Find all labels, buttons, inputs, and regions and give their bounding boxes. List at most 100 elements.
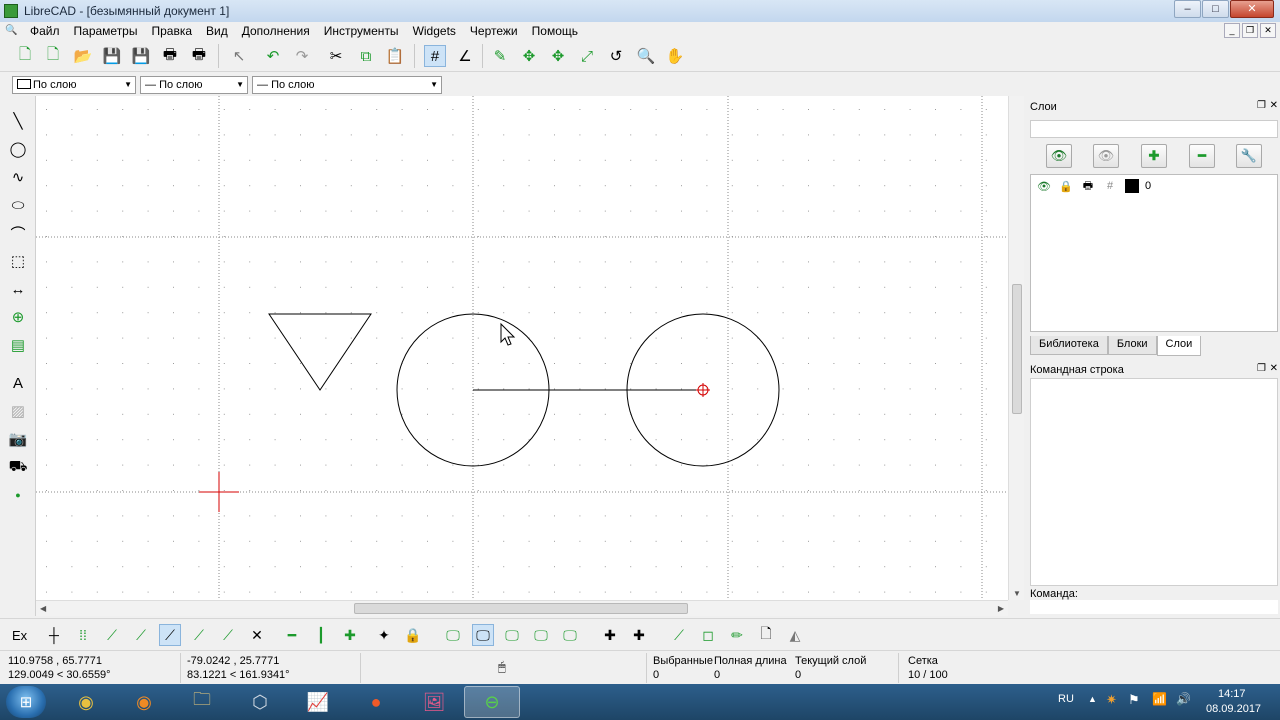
- restrict-horizontal-icon[interactable]: ━: [281, 624, 303, 646]
- menu-drawings[interactable]: Чертежи: [463, 24, 525, 38]
- network-icon[interactable]: 📶: [1152, 692, 1167, 706]
- dimension-tool-icon[interactable]: ↔: [7, 278, 29, 300]
- view-icon[interactable]: 🖵: [442, 624, 464, 646]
- spline-tool-icon[interactable]: ∿: [7, 166, 29, 188]
- zoom-in-icon[interactable]: ✥: [518, 45, 540, 67]
- lock-relative-zero-icon[interactable]: 🔒: [402, 624, 424, 646]
- menu-file[interactable]: Файл: [23, 24, 67, 38]
- remove-layer-button[interactable]: ━: [1189, 144, 1215, 168]
- edit-layer-button[interactable]: 🔧: [1236, 144, 1262, 168]
- menu-settings[interactable]: Параметры: [67, 24, 145, 38]
- view-three-icon[interactable]: 🖵: [530, 624, 552, 646]
- draft-icon[interactable]: ∠: [454, 45, 476, 67]
- scroll-down-icon[interactable]: ▼: [1013, 589, 1021, 598]
- language-indicator[interactable]: RU: [1058, 693, 1074, 705]
- taskbar-app-settings[interactable]: ⬡: [232, 686, 288, 718]
- horizontal-scrollbar[interactable]: ◀ ▶: [36, 600, 1008, 616]
- doc-close-button[interactable]: ✕: [1260, 23, 1276, 38]
- zoom-window-icon[interactable]: 🔍: [635, 45, 657, 67]
- open-icon[interactable]: 📂: [72, 45, 94, 67]
- snap-intersection-icon[interactable]: ✕: [246, 624, 268, 646]
- tab-blocks[interactable]: Блоки: [1107, 336, 1157, 355]
- taskbar-editor[interactable]: 📈: [290, 686, 346, 718]
- select-pointer-icon[interactable]: ↖: [228, 45, 250, 67]
- close-dock-icon[interactable]: ✕: [1270, 363, 1278, 374]
- point-tool-icon[interactable]: ●: [7, 484, 29, 506]
- document-icon[interactable]: 🗋: [755, 624, 777, 646]
- snap-distance-icon[interactable]: ⟋: [217, 624, 239, 646]
- linetype-combo[interactable]: — По слою ▼: [252, 76, 442, 94]
- horizontal-scroll-thumb[interactable]: [354, 603, 688, 614]
- hatch-tool-icon[interactable]: ▨: [7, 400, 29, 422]
- redraw-icon[interactable]: ✎: [489, 45, 511, 67]
- text-tool-icon[interactable]: A: [7, 372, 29, 394]
- mirror-icon[interactable]: ◭: [784, 624, 806, 646]
- select-tool-icon[interactable]: ⬚: [7, 250, 29, 272]
- undo-icon[interactable]: ↶: [262, 45, 284, 67]
- minimize-button[interactable]: –: [1174, 0, 1201, 18]
- layer-filter-input[interactable]: [1030, 120, 1278, 138]
- taskbar-explorer[interactable]: 🗀: [174, 686, 230, 718]
- menu-plugins[interactable]: Дополнения: [235, 24, 317, 38]
- command-input[interactable]: [1030, 600, 1278, 614]
- view-two-icon[interactable]: 🖵: [501, 624, 523, 646]
- tab-layers[interactable]: Слои: [1156, 336, 1202, 356]
- taskbar-media[interactable]: ●: [348, 686, 404, 718]
- tray-app-icon[interactable]: ✷: [1106, 692, 1117, 708]
- zoom-out-icon[interactable]: ✥: [547, 45, 569, 67]
- tab-library[interactable]: Библиотека: [1030, 336, 1108, 355]
- block-tool-icon[interactable]: ⛟: [7, 456, 29, 478]
- modify-tool-icon[interactable]: ⊕: [7, 306, 29, 328]
- menu-help[interactable]: Помощь: [525, 24, 585, 38]
- snap-grid-icon[interactable]: ⁞⁞: [72, 624, 94, 646]
- save-icon[interactable]: 💾: [101, 45, 123, 67]
- zoom-auto-icon[interactable]: ⤢: [576, 45, 598, 67]
- exclusive-snap-toggle[interactable]: Ex: [12, 628, 27, 643]
- view-active-icon[interactable]: 🖵: [472, 624, 494, 646]
- circle-tool-icon[interactable]: ◯: [7, 138, 29, 160]
- layer-row[interactable]: 👁 🔒 🖶 # 0: [1033, 177, 1273, 195]
- doc-restore-button[interactable]: ❐: [1242, 23, 1258, 38]
- layer-construction-icon[interactable]: #: [1099, 180, 1121, 192]
- layer-print-icon[interactable]: 🖶: [1077, 177, 1099, 196]
- undock-icon[interactable]: ❐: [1257, 100, 1266, 111]
- redo-icon[interactable]: ↷: [291, 45, 313, 67]
- new-template-icon[interactable]: 🗋: [42, 45, 64, 67]
- width-combo[interactable]: — По слою ▼: [140, 76, 248, 94]
- drawing-svg[interactable]: [36, 96, 1008, 600]
- polyline-tool-icon[interactable]: ⌒: [7, 222, 29, 244]
- taskbar-paint[interactable]: 🖼: [406, 686, 462, 718]
- menu-view[interactable]: Вид: [199, 24, 235, 38]
- volume-icon[interactable]: 🔊: [1176, 692, 1191, 706]
- vertical-scrollbar[interactable]: ▼: [1008, 96, 1024, 600]
- hide-all-layers-button[interactable]: 👁: [1093, 144, 1119, 168]
- add-entity-icon[interactable]: ✚: [599, 624, 621, 646]
- add-layer-button[interactable]: ✚: [1141, 144, 1167, 168]
- restrict-orthogonal-icon[interactable]: ✚: [339, 624, 361, 646]
- tray-flag-icon[interactable]: ⚑: [1128, 692, 1140, 708]
- clock-time[interactable]: 14:17: [1218, 688, 1246, 700]
- set-relative-zero-icon[interactable]: ✦: [373, 624, 395, 646]
- document-menu-icon[interactable]: 🔍: [5, 25, 17, 37]
- vertical-scroll-thumb[interactable]: [1012, 284, 1022, 414]
- taskbar-chrome[interactable]: ◉: [58, 686, 114, 718]
- drawing-canvas[interactable]: [36, 96, 1008, 600]
- pencil-icon[interactable]: ✏: [726, 624, 748, 646]
- zoom-pan-icon[interactable]: ✋: [664, 45, 686, 67]
- snap-middle-icon[interactable]: ⟋: [188, 624, 210, 646]
- show-all-layers-button[interactable]: 👁: [1046, 144, 1072, 168]
- doc-minimize-button[interactable]: _: [1224, 23, 1240, 38]
- close-dock-icon[interactable]: ✕: [1270, 100, 1278, 111]
- maximize-button[interactable]: □: [1202, 0, 1229, 18]
- add-block-icon[interactable]: ✚: [628, 624, 650, 646]
- view-four-icon[interactable]: 🖵: [559, 624, 581, 646]
- scroll-left-icon[interactable]: ◀: [40, 604, 46, 613]
- print-preview-icon[interactable]: 🖶: [188, 45, 210, 67]
- scroll-right-icon[interactable]: ▶: [998, 604, 1004, 613]
- clock-date[interactable]: 08.09.2017: [1206, 703, 1261, 715]
- snap-free-icon[interactable]: ┼: [43, 624, 65, 646]
- copy-icon[interactable]: ⧉: [355, 45, 377, 67]
- snap-center-icon[interactable]: ⟋: [159, 624, 181, 646]
- tray-expand-icon[interactable]: ▲: [1088, 694, 1097, 704]
- snap-endpoint-icon[interactable]: ⟋: [101, 624, 123, 646]
